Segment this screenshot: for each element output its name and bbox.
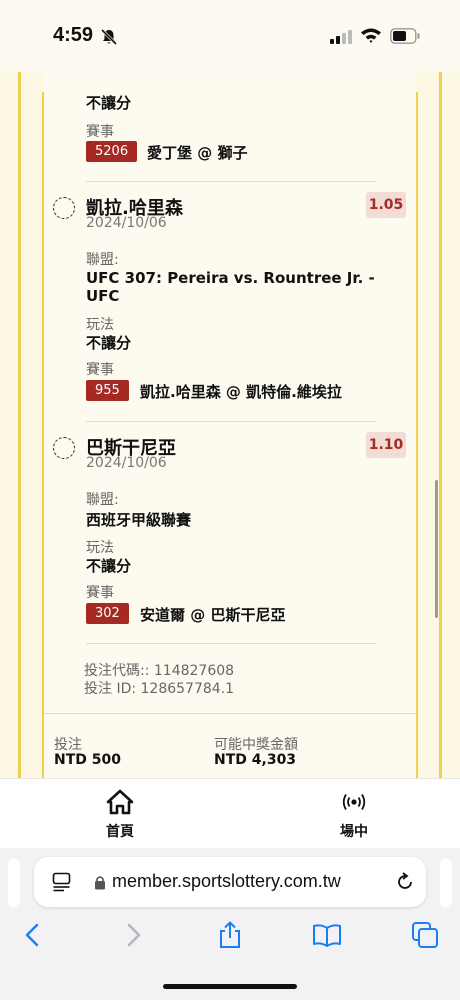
event-label: 賽事 [86,585,114,601]
reload-icon[interactable] [394,871,416,893]
event-label: 賽事 [86,362,114,378]
scrollbar[interactable] [435,480,438,618]
bet-code: 投注代碼:: 114827608 [84,663,235,679]
league-label: 聯盟: [86,492,119,508]
event-text: 愛丁堡 @ 獅子 [147,144,248,162]
previous-tab-peek[interactable] [8,858,20,908]
payout-value: NTD 4,303 [214,752,297,768]
bet-id: 投注 ID: 128657784.1 [84,681,235,697]
league-value-line-2: UFC [86,287,120,305]
event-text: 凱拉.哈里森 @ 凱特倫.維埃拉 [140,383,342,401]
event-code-badge: 955 [86,380,129,401]
bet-slip-content[interactable]: 不讓分 賽事 5206 愛丁堡 @ 獅子 凱拉.哈里森 2024/10/06 1… [0,72,460,778]
payout-label: 可能中獎金額 [214,737,298,753]
status-bar: 4:59 [0,0,460,72]
summary-divider [44,713,416,714]
back-icon[interactable] [18,920,48,950]
forward-icon[interactable] [118,920,148,950]
signal-icon [330,30,352,44]
league-label: 聯盟: [86,252,119,268]
stake-value: NTD 500 [54,752,121,768]
wifi-icon [361,28,381,43]
share-icon[interactable] [215,920,245,950]
address-bar[interactable]: member.sportslottery.com.tw [34,857,426,907]
odds-badge: 1.05 [366,192,406,218]
divider [86,421,376,422]
next-tab-peek[interactable] [440,858,452,908]
event-code-badge: 302 [86,603,129,624]
play-label: 玩法 [86,540,114,556]
url-text[interactable]: member.sportslottery.com.tw [112,871,341,892]
odds-badge: 1.10 [366,432,406,458]
page-menu-icon[interactable] [52,872,72,892]
lock-icon [95,876,105,890]
bell-slash-icon [100,28,118,46]
selection-date: 2024/10/06 [86,215,167,231]
tab-home-label: 首頁 [106,824,134,840]
tab-home[interactable]: 首頁 [90,789,150,841]
bookmarks-icon[interactable] [312,920,342,950]
right-inner-rail [416,92,418,778]
play-value: 不讓分 [86,94,132,112]
selection-radio[interactable] [53,197,75,219]
home-icon [106,789,134,815]
play-value: 不讓分 [86,557,132,575]
event-label: 賽事 [86,124,114,140]
event-code-badge: 5206 [86,141,138,162]
tabs-icon[interactable] [410,920,440,950]
play-label: 玩法 [86,317,114,333]
stake-label: 投注 [54,737,82,753]
tab-live[interactable]: 場中 [324,789,384,841]
bet-card: 不讓分 賽事 5206 愛丁堡 @ 獅子 凱拉.哈里森 2024/10/06 1… [44,72,416,778]
divider [86,181,376,182]
divider [86,643,376,644]
broadcast-icon [342,794,366,810]
battery-icon [390,28,420,44]
league-value-line-1: UFC 307: Pereira vs. Rountree Jr. - [86,269,375,287]
home-indicator[interactable] [163,984,297,989]
selection-radio[interactable] [53,437,75,459]
bottom-tab-bar: 首頁 場中 [0,778,460,848]
left-outer-rail [18,72,21,778]
selection-date: 2024/10/06 [86,455,167,471]
tab-live-label: 場中 [340,824,368,840]
event-text: 安道爾 @ 巴斯干尼亞 [140,606,286,624]
status-time: 4:59 [53,24,94,46]
play-value: 不讓分 [86,334,132,352]
right-outer-rail [439,72,442,778]
browser-toolbar: member.sportslottery.com.tw [0,848,460,1000]
league-value: 西班牙甲級聯賽 [86,511,192,529]
